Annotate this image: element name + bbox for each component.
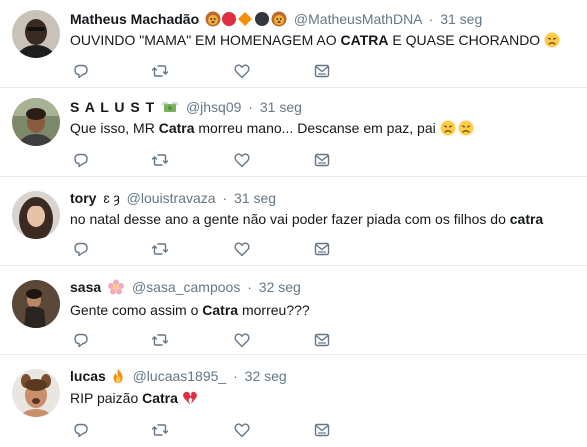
- tweet-text: Que isso, MR Catra morreu mano... Descan…: [70, 119, 474, 137]
- separator: ·: [247, 279, 252, 295]
- user-handle[interactable]: @lucaas1895_: [133, 368, 227, 384]
- avatar[interactable]: [12, 10, 60, 58]
- lion-face-icon: [205, 11, 221, 27]
- tweet-feed: Matheus Machadão @MatheusMathDNA · 31 se…: [0, 0, 587, 447]
- name-suffix: ɛ ȝ: [103, 190, 120, 206]
- orange-diamond-icon: [238, 12, 253, 26]
- tweet-text: OUVINDO "MAMA" EM HOMENAGEM AO CATRA E Q…: [70, 31, 560, 49]
- separator: ·: [428, 11, 434, 27]
- retweet-icon[interactable]: [151, 151, 169, 169]
- timestamp[interactable]: 31 seg: [260, 99, 302, 115]
- reply-icon[interactable]: [72, 151, 90, 169]
- like-icon[interactable]: [233, 151, 251, 169]
- separator: ·: [248, 99, 253, 115]
- retweet-icon[interactable]: [151, 240, 169, 258]
- separator: ·: [233, 368, 238, 384]
- timestamp[interactable]: 32 seg: [245, 368, 287, 384]
- fire-icon: [113, 369, 123, 383]
- like-icon[interactable]: [233, 240, 251, 258]
- direct-message-icon[interactable]: [313, 62, 331, 80]
- timestamp[interactable]: 32 seg: [259, 279, 301, 295]
- reply-icon[interactable]: [72, 331, 90, 349]
- like-icon[interactable]: [233, 62, 251, 80]
- like-icon[interactable]: [233, 331, 251, 349]
- user-handle[interactable]: @louistravaza: [127, 190, 216, 206]
- tweet-text: RIP paizão Catra: [70, 389, 198, 407]
- disappointed-face-double-icon: [440, 120, 474, 136]
- direct-message-icon[interactable]: [313, 421, 331, 439]
- user-name[interactable]: tory: [70, 190, 96, 206]
- user-name[interactable]: lucas: [70, 368, 106, 384]
- lion-face-icon: [271, 11, 287, 27]
- direct-message-icon[interactable]: [313, 331, 331, 349]
- tweet[interactable]: Matheus Machadão @MatheusMathDNA · 31 se…: [0, 0, 587, 88]
- avatar[interactable]: [12, 369, 60, 417]
- broken-heart-icon: [182, 390, 198, 406]
- name-emojis: [110, 368, 126, 384]
- tweet[interactable]: sasa @sasa_campoos · 32 seg Gente como a…: [0, 266, 587, 355]
- tweet[interactable]: tory ɛ ȝ @louistravaza · 31 seg no natal…: [0, 177, 587, 266]
- tweet-text: no natal desse ano a gente não vai poder…: [70, 211, 544, 227]
- money-with-wings-icon: [161, 101, 179, 112]
- black-circle-icon: [255, 12, 270, 26]
- timestamp[interactable]: 31 seg: [440, 11, 482, 27]
- user-handle[interactable]: @MatheusMathDNA: [294, 11, 422, 27]
- avatar[interactable]: [12, 98, 60, 146]
- tweet-text: Gente como assim o Catra morreu???: [70, 302, 310, 318]
- like-icon[interactable]: [233, 421, 251, 439]
- retweet-icon[interactable]: [151, 62, 169, 80]
- timestamp[interactable]: 31 seg: [234, 190, 276, 206]
- retweet-icon[interactable]: [151, 331, 169, 349]
- user-name[interactable]: S A L U S T: [70, 99, 155, 115]
- reply-icon[interactable]: [72, 421, 90, 439]
- cherry-blossom-icon: [108, 279, 125, 295]
- tweet[interactable]: lucas @lucaas1895_ · 32 seg RIP paizão C…: [0, 355, 587, 447]
- reply-icon[interactable]: [72, 62, 90, 80]
- separator: ·: [222, 190, 228, 206]
- user-name[interactable]: Matheus Machadão: [70, 11, 199, 27]
- name-emojis: [205, 11, 287, 27]
- avatar[interactable]: [12, 191, 60, 239]
- user-handle[interactable]: @sasa_campoos: [132, 279, 240, 295]
- direct-message-icon[interactable]: [313, 151, 331, 169]
- tweet[interactable]: S A L U S T @jhsq09 · 31 seg Que isso, M…: [0, 88, 587, 177]
- reply-icon[interactable]: [72, 240, 90, 258]
- user-name[interactable]: sasa: [70, 279, 101, 295]
- direct-message-icon[interactable]: [313, 240, 331, 258]
- name-emojis: [161, 99, 179, 115]
- disappointed-face-icon: [544, 32, 560, 48]
- name-emojis: [107, 279, 125, 295]
- retweet-icon[interactable]: [151, 421, 169, 439]
- red-circle-icon: [222, 12, 237, 26]
- avatar[interactable]: [12, 280, 60, 328]
- user-handle[interactable]: @jhsq09: [186, 99, 241, 115]
